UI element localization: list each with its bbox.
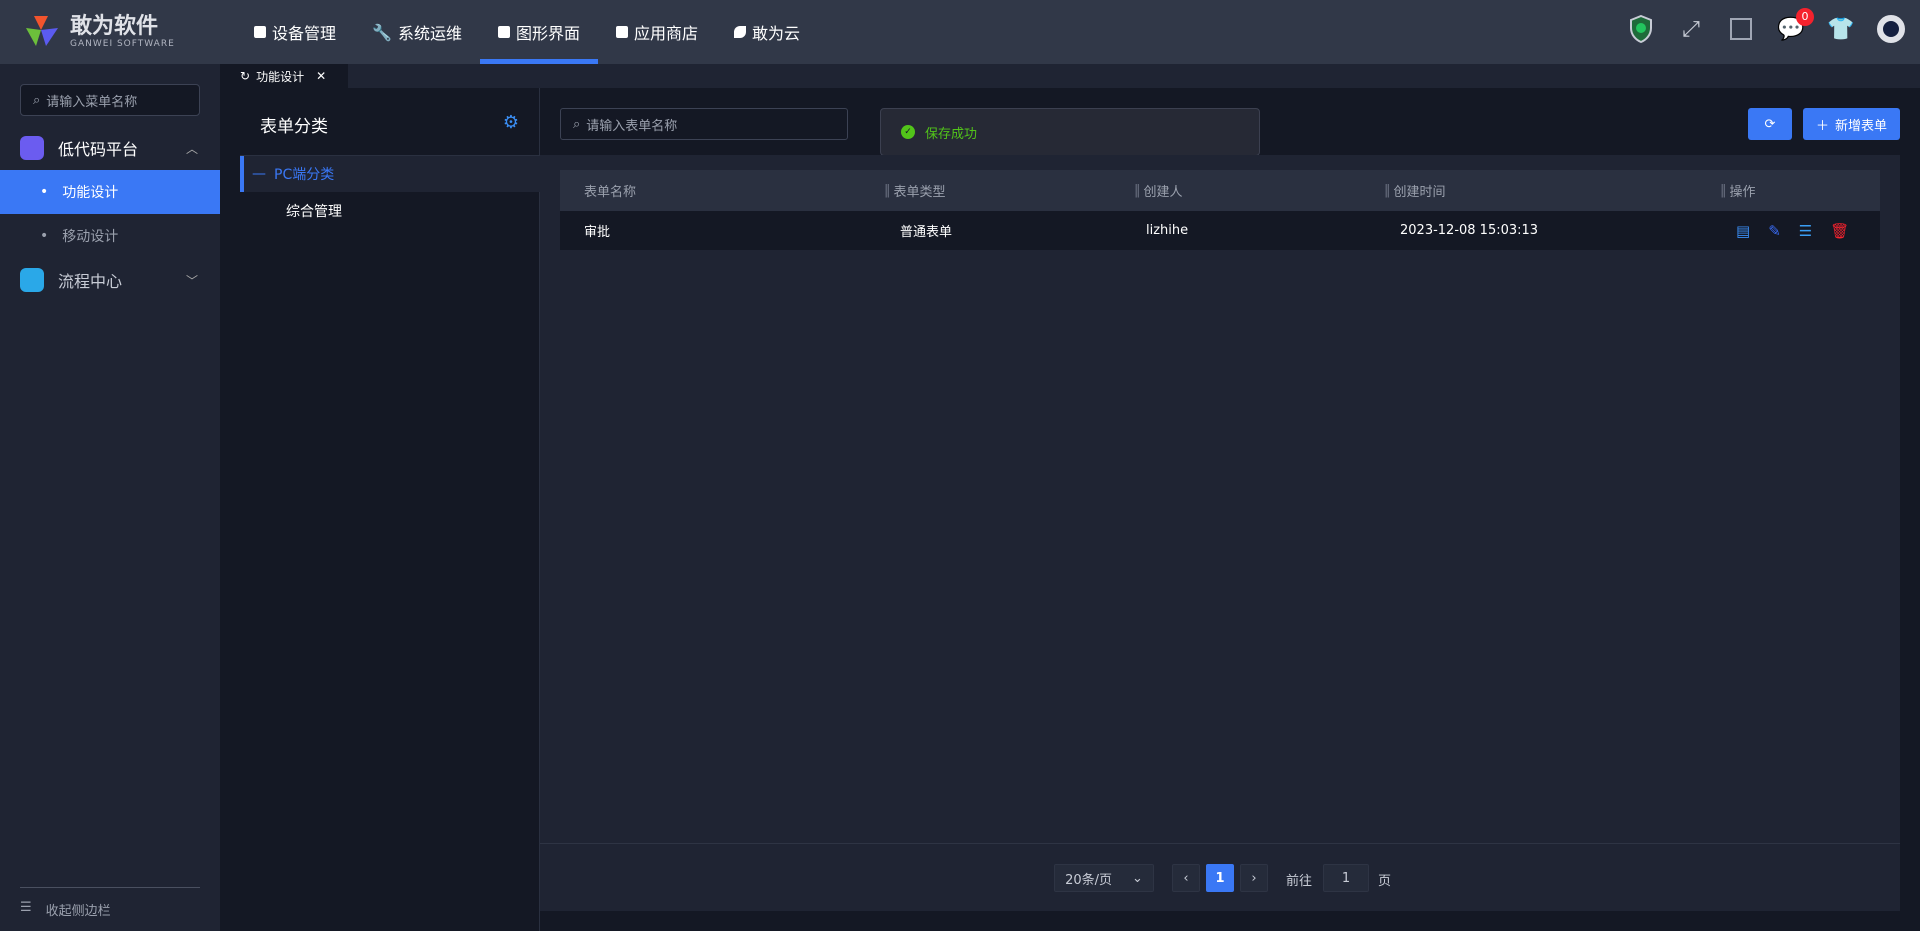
logo: 敢为软件 GANWEI SOFTWARE — [24, 14, 175, 50]
workflow-icon — [20, 268, 44, 292]
monitor-icon — [497, 26, 510, 38]
page-size-select[interactable]: 20条/页 ⌄ — [1054, 864, 1154, 892]
menu-search-input[interactable]: ⌕ 请输入菜单名称 — [20, 84, 200, 116]
category-panel: 表单分类 ⚙ — PC端分类 综合管理 — [220, 88, 540, 931]
delete-icon[interactable]: 🗑 — [1830, 222, 1849, 240]
pagination: 20条/页 ⌄ ‹ 1 › 前往 1 页 — [540, 843, 1900, 911]
close-icon[interactable]: ✕ — [316, 69, 326, 83]
notification-badge: 0 — [1796, 8, 1814, 26]
store-icon — [615, 26, 628, 38]
tab-label: 功能设计 — [256, 69, 305, 84]
refresh-button[interactable]: ⟳ — [1748, 108, 1792, 140]
menu-label: 功能设计 — [62, 185, 119, 201]
book-icon — [254, 26, 266, 38]
security-shield-icon[interactable] — [1626, 14, 1656, 44]
menu-item-function-design[interactable]: • 功能设计 — [0, 170, 220, 214]
search-icon: ⌕ — [33, 92, 41, 108]
placeholder: 请输入菜单名称 — [46, 94, 138, 110]
brand-name: 敢为软件 — [70, 14, 159, 39]
tab-function-design[interactable]: ↻ 功能设计 ✕ — [220, 64, 348, 88]
wrench-icon: 🔧 — [372, 22, 392, 42]
check-circle-icon: ✓ — [901, 125, 915, 139]
nav-label: 敢为云 — [751, 24, 800, 43]
brand-sub: GANWEI SOFTWARE — [70, 39, 175, 49]
gear-icon[interactable]: ⚙ — [503, 112, 519, 133]
nav-label: 图形界面 — [515, 24, 580, 43]
collapse-label: 收起侧边栏 — [45, 904, 111, 919]
cell-created: 2023-12-08 15:03:13 — [1400, 223, 1539, 238]
avatar[interactable] — [1876, 14, 1906, 44]
collapse-icon: ☰ — [20, 900, 32, 915]
top-bar: 敢为软件 GANWEI SOFTWARE 设备管理 🔧 系统运维 图形界面 应用商店… — [0, 0, 1920, 64]
cloud-leaf-icon — [733, 26, 746, 38]
menu-label: 移动设计 — [62, 229, 119, 245]
tree-node-general[interactable]: 综合管理 — [286, 201, 342, 221]
settings-sliders-icon[interactable]: ☰ — [1799, 222, 1812, 240]
cell-creator: lizhihe — [1146, 223, 1189, 238]
menu-label: 流程中心 — [58, 272, 123, 291]
table-row[interactable]: 审批 普通表单 lizhihe 2023-12-08 15:03:13 ▤ ✎ … — [560, 211, 1880, 250]
prev-page-button[interactable]: ‹ — [1172, 864, 1200, 892]
col-header[interactable]: ‖ 创建人 — [1134, 170, 1183, 211]
category-title: 表单分类 — [260, 117, 328, 137]
nav-device-management[interactable]: 设备管理 — [236, 0, 354, 64]
chevron-down-icon: ⌄ — [1132, 870, 1143, 886]
goto-page-input[interactable]: 1 — [1323, 864, 1369, 892]
cell-type: 普通表单 — [900, 225, 953, 240]
next-page-button[interactable]: › — [1240, 864, 1268, 892]
plus-icon: ＋ — [1815, 118, 1829, 134]
nav-graphic-ui[interactable]: 图形界面 — [479, 0, 598, 64]
nav-ganwei-cloud[interactable]: 敢为云 — [716, 0, 818, 64]
col-header[interactable]: ‖ 表单类型 — [884, 170, 946, 211]
button-label: 新增表单 — [1835, 118, 1888, 134]
form-search-input[interactable]: ⌕ 请输入表单名称 — [560, 108, 848, 140]
tab-bar: ↻ 功能设计 ✕ — [220, 64, 1920, 88]
collapse-dash-icon[interactable]: — — [252, 166, 266, 182]
page-suffix: 页 — [1378, 874, 1392, 889]
col-header[interactable]: ‖ 操作 — [1720, 170, 1756, 211]
lowcode-icon — [20, 136, 44, 160]
toast-text: 保存成功 — [925, 126, 978, 142]
search-icon: ⌕ — [573, 116, 581, 132]
screen-frame-icon[interactable] — [1726, 14, 1756, 44]
tree-node-pc[interactable]: — PC端分类 — [240, 156, 540, 192]
page-1-button[interactable]: 1 — [1206, 864, 1234, 892]
fullscreen-icon[interactable]: ⤢ — [1676, 14, 1706, 44]
sidebar: ⌕ 请输入菜单名称 低代码平台 ︿ • 功能设计 • 移动设计 流程中心 ﹀ ☰ 收起侧边栏 — [0, 64, 220, 931]
chevron-up-icon: ︿ — [185, 141, 198, 156]
preview-icon[interactable]: ▤ — [1736, 222, 1750, 240]
main-content: ⌕ 请输入表单名称 ✓ 保存成功 ⟳ ＋ 新增表单 表单名称 ‖ 表单类型 ‖ 创建人 ‖… — [540, 88, 1920, 931]
messages-icon[interactable]: 💬 0 — [1776, 8, 1814, 44]
add-form-button[interactable]: ＋ 新增表单 — [1803, 108, 1900, 140]
menu-group-workflow[interactable]: 流程中心 ﹀ — [0, 258, 220, 302]
collapse-sidebar-button[interactable]: ☰ 收起侧边栏 — [20, 887, 200, 919]
menu-item-mobile-design[interactable]: • 移动设计 — [0, 214, 220, 258]
menu-label: 低代码平台 — [58, 140, 139, 159]
logo-icon — [26, 16, 58, 46]
col-header[interactable]: ‖ 创建时间 — [1384, 170, 1446, 211]
table-header: 表单名称 ‖ 表单类型 ‖ 创建人 ‖ 创建时间 ‖ 操作 — [560, 170, 1880, 211]
table-panel: 表单名称 ‖ 表单类型 ‖ 创建人 ‖ 创建时间 ‖ 操作 审批 普通表单 lizhih… — [540, 155, 1900, 911]
goto-label: 前往 — [1286, 874, 1313, 889]
nav-label: 系统运维 — [397, 24, 462, 43]
menu-group-lowcode[interactable]: 低代码平台 ︿ — [0, 126, 220, 170]
refresh-icon[interactable]: ↻ — [240, 69, 250, 83]
col-header[interactable]: 表单名称 — [584, 170, 636, 211]
refresh-icon: ⟳ — [1764, 116, 1776, 132]
placeholder: 请输入表单名称 — [586, 118, 678, 134]
edit-icon[interactable]: ✎ — [1768, 222, 1781, 240]
theme-shirt-icon[interactable]: 👕 — [1826, 14, 1856, 44]
nav-label: 应用商店 — [633, 24, 698, 43]
nav-label: 设备管理 — [272, 24, 337, 43]
tree-label: PC端分类 — [274, 167, 335, 183]
chevron-down-icon: ﹀ — [185, 273, 198, 288]
success-toast: ✓ 保存成功 — [880, 108, 1260, 156]
cell-name: 审批 — [584, 225, 611, 240]
nav-app-store[interactable]: 应用商店 — [598, 0, 716, 64]
nav-system-ops[interactable]: 🔧 系统运维 — [354, 0, 480, 64]
